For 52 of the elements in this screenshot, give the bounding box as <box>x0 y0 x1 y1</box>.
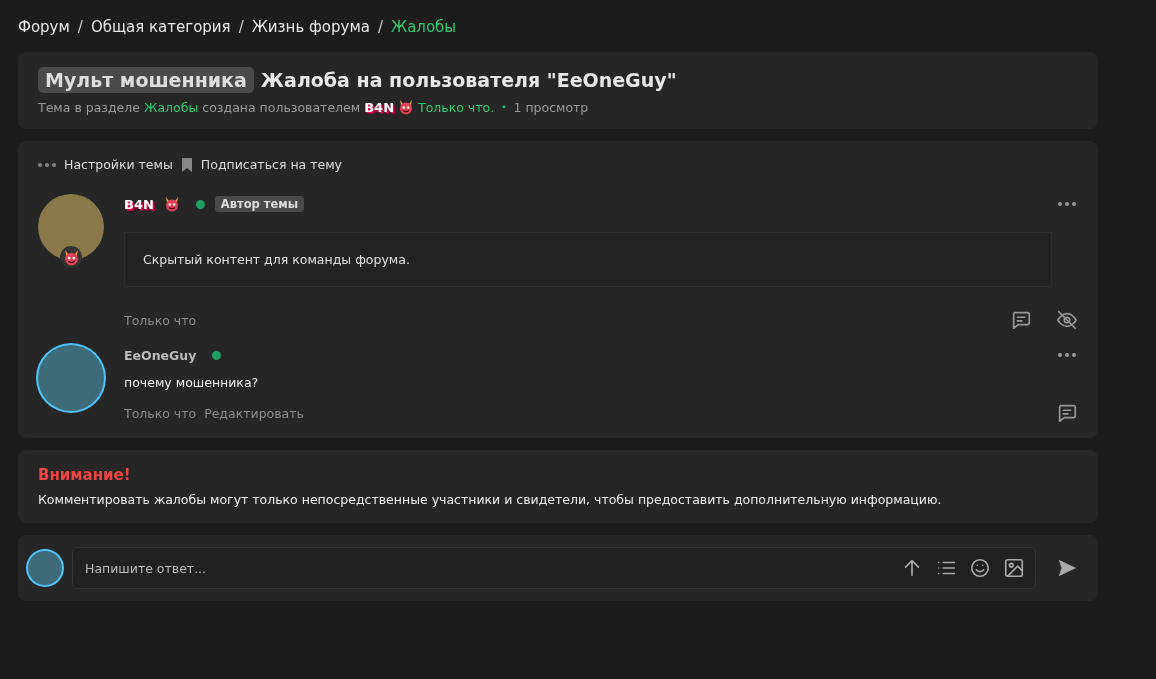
avatar[interactable] <box>28 551 62 585</box>
post-time[interactable]: Только что <box>124 405 197 421</box>
notice-title: Внимание! <box>38 466 132 484</box>
view-count: 1 просмотр <box>513 99 589 115</box>
author-name[interactable]: B4N <box>124 196 154 212</box>
send-button[interactable] <box>1056 557 1078 579</box>
image-button[interactable] <box>1003 557 1025 579</box>
breadcrumb-link[interactable]: Жалобы <box>390 18 457 36</box>
thread-time[interactable]: Только что. <box>418 99 495 115</box>
image-icon <box>1003 557 1025 579</box>
section-link[interactable]: Жалобы <box>144 99 199 115</box>
breadcrumb-separator: / <box>377 18 383 36</box>
author-name[interactable]: EeOneGuy <box>124 347 197 363</box>
post-text: почему мошенника? <box>124 375 260 390</box>
breadcrumb-separator: / <box>238 18 244 36</box>
reply-box[interactable]: Напишите ответ... <box>72 547 1036 589</box>
thread-title: Жалоба на пользователя "EeOneGuy" <box>260 69 677 91</box>
hide-button[interactable] <box>1056 309 1078 331</box>
devil-emoji-icon <box>163 196 180 212</box>
thread-author-badge: Автор темы <box>214 196 305 212</box>
breadcrumb-link[interactable]: Форум <box>18 18 70 36</box>
send-icon <box>1056 557 1078 579</box>
smiley-icon <box>969 557 991 579</box>
reply-input-field[interactable]: Напишите ответ... <box>83 559 889 577</box>
subscribe-link[interactable]: Подписаться на тему <box>200 157 342 172</box>
breadcrumb-link[interactable]: Жизнь форума <box>251 18 370 36</box>
emoji-button[interactable] <box>969 557 991 579</box>
hidden-content-box: Скрытый контент для команды форума. <box>124 232 1052 287</box>
author-name[interactable]: B4N <box>364 99 395 115</box>
thread-settings-link[interactable]: Настройки темы <box>64 157 173 172</box>
thread-prefix-label: Мульт мошенника <box>38 67 254 93</box>
post-time[interactable]: Только что <box>124 312 197 328</box>
reply-button[interactable] <box>1010 309 1032 331</box>
more-icon <box>1058 202 1076 206</box>
comment-icon <box>1010 309 1032 331</box>
more-icon <box>1058 353 1076 357</box>
reply-button[interactable] <box>1056 402 1078 424</box>
options-icon <box>38 162 56 167</box>
meta-text: создана пользователем <box>202 99 361 115</box>
comment-icon <box>1056 402 1078 424</box>
more-options-button[interactable] <box>1056 202 1078 206</box>
bookmark-icon <box>180 157 193 172</box>
avatar[interactable] <box>38 345 104 411</box>
breadcrumb-separator: / <box>77 18 83 36</box>
more-options-button[interactable] <box>1056 353 1078 357</box>
notice-text: Комментировать жалобы могут только непосредственные участники и свидетели, чтобы предоставить дополнительную информацию. <box>38 492 943 507</box>
edit-link[interactable]: Редактировать <box>204 405 304 421</box>
meta-separator: • <box>501 102 507 112</box>
eye-off-icon <box>1056 309 1078 331</box>
meta-text: Тема в разделе <box>38 99 140 115</box>
devil-emoji-icon <box>398 99 415 115</box>
breadcrumb-link[interactable]: Общая категория <box>90 18 231 36</box>
